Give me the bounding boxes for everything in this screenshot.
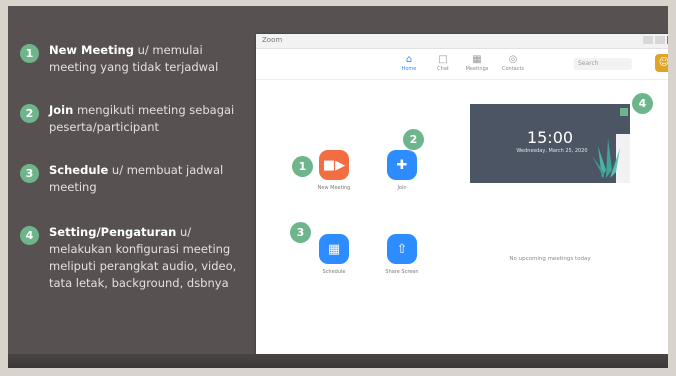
callout-marker-schedule: 3 — [290, 222, 311, 243]
tab-home[interactable]: ⌂ Home — [396, 54, 422, 72]
zoom-app-window: Zoom ⌂ Home □ Chat ▦ Meetings ◎ Contacts… — [256, 34, 668, 366]
chat-icon: □ — [438, 54, 448, 65]
window-controls — [643, 36, 668, 44]
legend-number-badge: 2 — [20, 104, 39, 123]
legend-number-badge: 4 — [20, 226, 39, 245]
legend-text: Join mengikuti meeting sebagai peserta/p… — [49, 102, 250, 136]
legend-number-badge: 3 — [20, 164, 39, 183]
plant-illustration — [592, 108, 630, 183]
legend-title: Setting/Pengaturan — [49, 225, 177, 239]
tab-contacts[interactable]: ◎ Contacts — [500, 54, 526, 72]
video-camera-icon: ■▶ — [319, 150, 349, 180]
top-nav: ⌂ Home □ Chat ▦ Meetings ◎ Contacts Sear… — [256, 49, 668, 80]
search-input[interactable]: Search — [574, 58, 632, 70]
avatar[interactable]: ☺ — [655, 54, 668, 72]
calendar-icon: ▦ — [472, 54, 482, 65]
close-icon[interactable] — [667, 36, 668, 44]
new-meeting-label: New Meeting — [317, 185, 351, 191]
share-screen-button[interactable]: ⇧ Share Screen — [376, 234, 428, 275]
schedule-button[interactable]: ▦ Schedule — [308, 234, 360, 275]
tab-label: Contacts — [501, 66, 525, 72]
share-screen-icon: ⇧ — [387, 234, 417, 264]
slide: 1 New Meeting u/ memulai meeting yang ti… — [8, 6, 668, 368]
callout-marker-new-meeting: 1 — [292, 156, 313, 177]
legend-text: Schedule u/ membuat jadwal meeting — [49, 162, 250, 196]
clock-date: Wednesday, March 25, 2020 — [516, 148, 588, 154]
legend-item-join: 2 Join mengikuti meeting sebagai peserta… — [20, 102, 250, 136]
new-meeting-button[interactable]: ■▶ New Meeting — [308, 150, 360, 191]
clock-card: 15:00 Wednesday, March 25, 2020 — [470, 104, 630, 183]
maximize-icon[interactable] — [655, 36, 665, 44]
tab-label: Home — [401, 66, 417, 72]
tab-label: Chat — [437, 66, 449, 72]
legend-description: mengikuti meeting sebagai peserta/partic… — [49, 103, 235, 134]
clock-time: 15:00 — [526, 128, 574, 147]
tab-chat[interactable]: □ Chat — [430, 54, 456, 72]
callout-marker-join: 2 — [403, 129, 424, 150]
schedule-label: Schedule — [322, 269, 346, 275]
legend-text: New Meeting u/ memulai meeting yang tida… — [49, 42, 250, 76]
minimize-icon[interactable] — [643, 36, 653, 44]
legend-item-settings: 4 Setting/Pengaturan u/ melakukan konfig… — [20, 224, 250, 292]
legend-title: Join — [49, 103, 74, 117]
legend-item-new-meeting: 1 New Meeting u/ memulai meeting yang ti… — [20, 42, 250, 76]
legend-number-badge: 1 — [20, 44, 39, 63]
legend-title: Schedule — [49, 163, 109, 177]
plus-icon: ✚ — [387, 150, 417, 180]
legend-item-schedule: 3 Schedule u/ membuat jadwal meeting — [20, 162, 250, 196]
legend-title: New Meeting — [49, 43, 134, 57]
home-icon: ⌂ — [405, 54, 413, 65]
callout-marker-settings: 4 — [632, 93, 653, 114]
calendar-icon: ▦ — [319, 234, 349, 264]
join-button[interactable]: ✚ Join — [376, 150, 428, 191]
legend-text: Setting/Pengaturan u/ melakukan konfigur… — [49, 224, 250, 292]
contacts-icon: ◎ — [508, 54, 518, 65]
tab-label: Meetings — [465, 66, 489, 72]
title-bar: Zoom — [256, 34, 668, 49]
window-title: Zoom — [262, 36, 283, 44]
no-upcoming-meetings-text: No upcoming meetings today — [509, 256, 591, 262]
tab-meetings[interactable]: ▦ Meetings — [464, 54, 490, 72]
share-screen-label: Share Screen — [385, 269, 419, 275]
join-label: Join — [397, 185, 407, 191]
